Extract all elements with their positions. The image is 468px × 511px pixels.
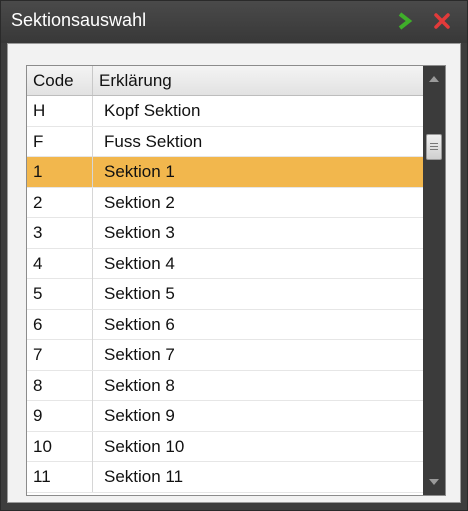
cell-description: Sektion 5 [104,284,175,303]
cell-description: Sektion 11 [104,467,184,486]
confirm-button[interactable] [393,9,417,33]
cell-code: 4 [27,248,93,279]
cell-code: F [27,126,93,157]
cell-description: Sektion 7 [104,345,175,364]
cell-description: Sektion 10 [104,436,185,456]
table-row[interactable]: 4 Sektion 4 [27,248,423,279]
cell-code: 11 [27,462,93,492]
scrollbar-thumb[interactable] [426,134,442,160]
table-row[interactable]: 3 Sektion 3 [27,218,423,249]
column-header-code[interactable]: Code [27,66,93,95]
cell-description: Sektion 3 [104,223,175,242]
cell-code: 7 [27,340,93,370]
cell-description: Sektion 4 [104,253,175,273]
thumb-grip-line [430,146,438,147]
cell-code: 6 [27,309,93,340]
close-x-icon [434,13,450,29]
table-row[interactable]: 10 Sektion 10 [27,431,423,462]
cell-code: 3 [27,218,93,248]
cell-code: 1 [27,157,93,187]
cell-description: Sektion 9 [104,406,175,425]
table-row[interactable]: F Fuss Sektion [27,126,423,157]
table-row[interactable]: 2 Sektion 2 [27,187,423,218]
cell-code: 8 [27,370,93,401]
cell-description: Fuss Sektion [104,131,203,151]
cell-description: Sektion 1 [104,162,175,181]
grid-table: Code Erklärung H Kopf Sektion F Fuss Sektio… [27,66,423,495]
arrow-down-icon [429,479,439,485]
cell-description: Sektion 6 [104,314,175,334]
cell-description: Sektion 8 [104,375,175,395]
vertical-scrollbar[interactable] [423,66,445,495]
table-row[interactable]: H Kopf Sektion [27,96,423,127]
cell-code: 9 [27,401,93,431]
table-row[interactable]: 9 Sektion 9 [27,401,423,432]
window-title: Sektionsauswahl [11,10,147,30]
scroll-down-button[interactable] [423,471,445,493]
cell-code: 2 [27,187,93,218]
cell-code: 5 [27,279,93,309]
cell-code: H [27,96,93,126]
table-row[interactable]: 8 Sektion 8 [27,370,423,401]
grid-header-row: Code Erklärung [27,66,423,96]
thumb-grip-line [430,149,438,150]
column-header-description[interactable]: Erklärung [93,66,423,95]
cell-code: 10 [27,431,93,462]
cell-description: Kopf Sektion [104,101,201,120]
section-grid: Code Erklärung H Kopf Sektion F Fuss Sektio… [26,65,446,496]
dialog-content-panel: Code Erklärung H Kopf Sektion F Fuss Sektio… [7,43,461,503]
close-button[interactable] [430,9,454,33]
grid-rows: H Kopf Sektion F Fuss Sektion 1 Sektion 1 2 Sek… [27,96,423,493]
table-row[interactable]: 11 Sektion 11 [27,462,423,493]
section-selection-dialog: Sektionsauswahl Code Erklärung H Kopf Sek… [0,0,468,511]
cell-description: Sektion 2 [104,192,175,212]
scroll-up-button[interactable] [423,68,445,90]
table-row[interactable]: 5 Sektion 5 [27,279,423,310]
chevron-right-icon [398,12,413,30]
thumb-grip-line [430,143,438,144]
table-row[interactable]: 7 Sektion 7 [27,340,423,371]
arrow-up-icon [429,76,439,82]
table-row[interactable]: 6 Sektion 6 [27,309,423,340]
table-row-selected[interactable]: 1 Sektion 1 [27,157,423,188]
title-bar[interactable]: Sektionsauswahl [1,1,467,43]
